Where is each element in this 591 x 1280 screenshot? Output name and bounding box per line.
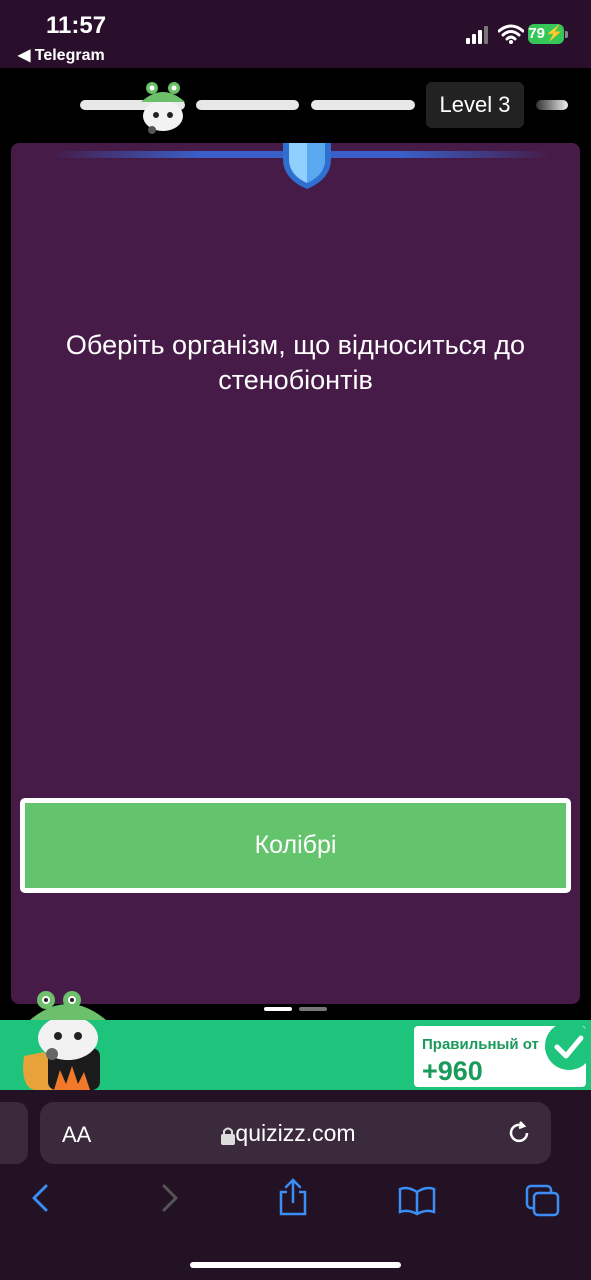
reload-icon[interactable] (506, 1120, 532, 1146)
bookmarks-icon[interactable] (398, 1186, 436, 1216)
toast-score: +960 (422, 1056, 483, 1086)
home-indicator (190, 1262, 401, 1268)
question-text: Оберіть організм, що відноситься до стен… (65, 330, 526, 395)
level-indicator: Level 3 (426, 82, 524, 128)
battery-indicator: 79⚡ (528, 24, 564, 44)
share-icon[interactable] (277, 1178, 309, 1218)
shield-icon (283, 143, 331, 189)
page-dot-active[interactable] (264, 1007, 292, 1011)
progress-segment (536, 100, 568, 110)
tabs-icon[interactable] (525, 1184, 561, 1218)
answer-option-button[interactable]: Колібрі (20, 798, 571, 893)
wifi-icon (498, 24, 524, 44)
score-banner: Правильный от +960 (0, 991, 591, 1090)
frog-mascot-icon (23, 991, 106, 1090)
previous-tab-pill[interactable] (0, 1102, 28, 1164)
status-bar: 11:57 ◀ Telegram 79⚡ (0, 0, 591, 68)
toast-label: Правильный от (422, 1036, 539, 1053)
browser-toolbar: AA quizizz.com (0, 1090, 591, 1280)
cellular-signal-icon (466, 26, 488, 44)
correct-answer-toast: Правильный от +960 (414, 1026, 586, 1087)
question-card: Оберіть організм, що відноситься до стен… (11, 143, 580, 1004)
frog-mascot-icon (141, 82, 185, 134)
back-app-label: Telegram (34, 47, 105, 64)
checkmark-icon (545, 1026, 586, 1070)
back-to-app-link[interactable]: ◀ Telegram (18, 45, 105, 65)
page-dot[interactable] (299, 1007, 327, 1011)
progress-segment (196, 100, 299, 110)
url-text[interactable]: quizizz.com (40, 1120, 551, 1147)
forward-icon[interactable] (156, 1182, 182, 1214)
battery-cap (565, 31, 568, 38)
progress-segment (311, 100, 415, 110)
back-icon[interactable] (28, 1182, 54, 1214)
address-bar[interactable]: AA quizizz.com (40, 1102, 551, 1164)
status-time: 11:57 (46, 12, 107, 39)
battery-level: 79 (528, 25, 545, 42)
level-progress-bar: Level 3 (0, 68, 591, 143)
